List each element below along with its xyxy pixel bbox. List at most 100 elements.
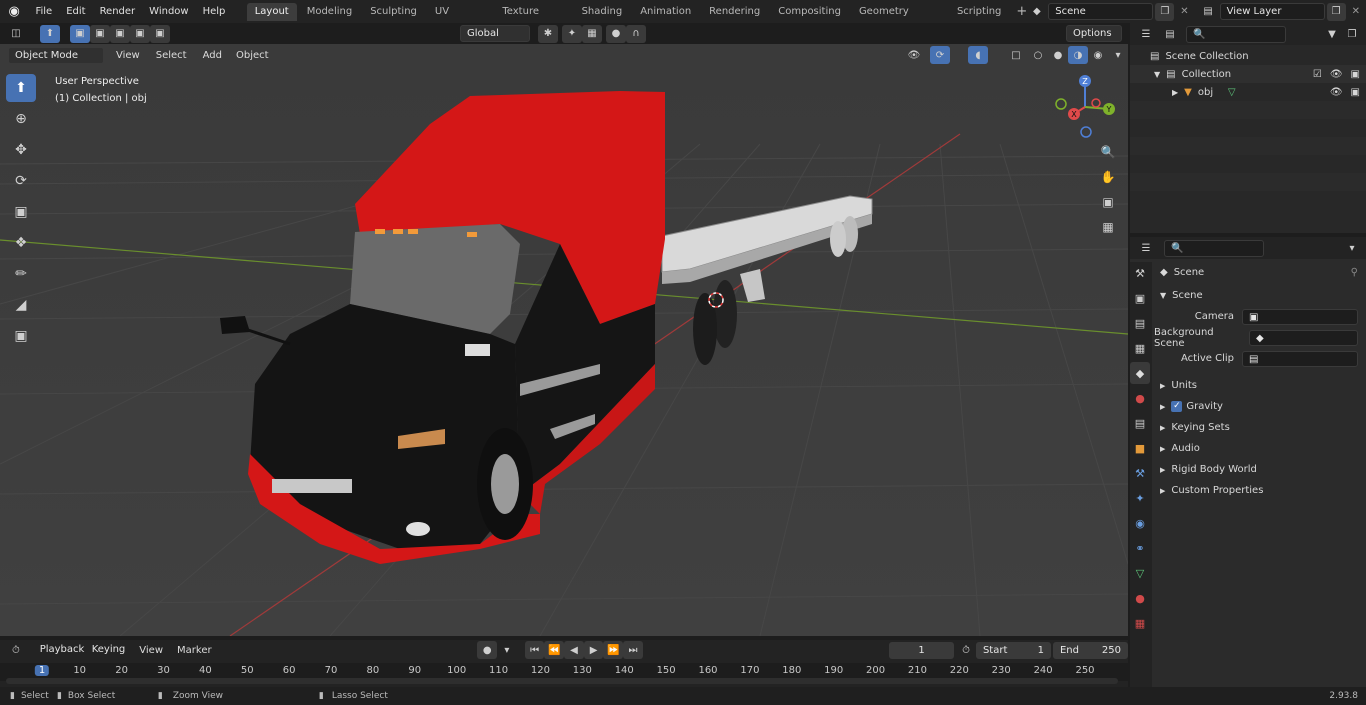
menu-help[interactable]: Help (196, 0, 233, 23)
xray-icon[interactable]: □ (1006, 46, 1026, 64)
scene-tab-icon[interactable]: ◆ (1130, 362, 1150, 384)
outliner-row-collection[interactable]: ▼ ▤ Collection ☑ 👁 ▣ (1130, 65, 1366, 83)
jump-start-icon[interactable]: ⏮ (524, 641, 545, 659)
tab-layout[interactable]: Layout (246, 2, 297, 21)
annotate-tool-icon[interactable]: ✏ (6, 260, 36, 288)
tab-uv-editing[interactable]: UV Editing (427, 3, 492, 35)
tab-geometry-nodes[interactable]: Geometry Nodes (851, 3, 947, 35)
overlay-toggle-icon[interactable]: ◖ (968, 46, 988, 64)
select-new-icon[interactable]: ▣ (70, 24, 90, 43)
camera-field[interactable]: ▣ (1242, 308, 1358, 325)
pin-icon[interactable]: ⚲ (1351, 267, 1358, 278)
select-invert-icon[interactable]: ▣ (130, 24, 150, 43)
playback-dropdown[interactable]: Playback (34, 642, 86, 659)
timeline-view-menu[interactable]: View (139, 645, 163, 656)
object-tab-icon[interactable]: ■ (1130, 437, 1150, 459)
tool-tab-icon[interactable]: ⚒ (1130, 262, 1150, 284)
collection-visibility-icon[interactable]: 👁 (1330, 69, 1343, 80)
outliner-row-obj[interactable]: ▶ ▼ obj ▽ 👁 ▣ (1130, 83, 1366, 101)
end-frame-field[interactable]: End 250 (1052, 641, 1128, 659)
solid-shading-icon[interactable]: ● (1048, 46, 1068, 64)
properties-options-icon[interactable]: ▾ (1342, 239, 1362, 257)
proportional-edit-icon[interactable]: ● (606, 24, 626, 43)
scene-name-field[interactable]: Scene (1048, 3, 1154, 20)
properties-search-field[interactable]: 🔍 (1164, 239, 1264, 257)
outliner-row-scene-collection[interactable]: ▤ Scene Collection (1130, 47, 1366, 65)
new-view-layer-icon[interactable]: ❐ (1326, 2, 1346, 21)
collection-render-icon[interactable]: ▣ (1351, 69, 1360, 80)
measure-tool-icon[interactable]: ◢ (6, 291, 36, 319)
render-tab-icon[interactable]: ▣ (1130, 287, 1150, 309)
subpanel-units[interactable]: ▶ Units (1154, 375, 1366, 396)
delete-scene-icon[interactable]: ✕ (1180, 6, 1188, 17)
constraints-tab-icon[interactable]: ⚭ (1130, 537, 1150, 559)
zoom-icon[interactable]: 🔍 (1097, 141, 1119, 163)
play-reverse-icon[interactable]: ◀ (564, 641, 584, 659)
collection-checkbox-icon[interactable]: ☑ (1313, 69, 1322, 80)
select-box-tool-icon[interactable]: ⬆ (6, 74, 36, 102)
subpanel-rigid-body-world[interactable]: ▶ Rigid Body World (1154, 459, 1366, 480)
data-tab-icon[interactable]: ▽ (1130, 562, 1150, 584)
gravity-checkbox[interactable]: ✓ (1171, 401, 1183, 412)
navigation-gizmo[interactable]: Z Y X (1050, 72, 1120, 142)
rotate-tool-icon[interactable]: ⟳ (6, 167, 36, 195)
tab-rendering[interactable]: Rendering (701, 3, 768, 21)
texture-tab-icon[interactable]: ▦ (1130, 612, 1150, 634)
select-extend-icon[interactable]: ▣ (90, 24, 110, 43)
view-layer-tab-icon[interactable]: ▦ (1130, 337, 1150, 359)
tab-shading[interactable]: Shading (574, 3, 631, 21)
timeline-scrollbar[interactable] (6, 678, 1118, 684)
new-collection-icon[interactable]: ❐ (1342, 25, 1362, 43)
tab-scripting[interactable]: Scripting (949, 3, 1009, 21)
modifier-tab-icon[interactable]: ⚒ (1130, 462, 1150, 484)
cursor-tool-icon[interactable]: ⊕ (6, 105, 36, 133)
gizmo-toggle-icon[interactable]: ⟳ (930, 46, 950, 64)
transform-tool-icon[interactable]: ❖ (6, 229, 36, 257)
subpanel-keying-sets[interactable]: ▶ Keying Sets (1154, 417, 1366, 438)
select-subtract-icon[interactable]: ▣ (110, 24, 130, 43)
rendered-shading-icon[interactable]: ◉ (1088, 46, 1108, 64)
editor-type-icon[interactable]: ◫ (6, 25, 26, 43)
shading-options-icon[interactable]: ▾ (1108, 46, 1128, 64)
3d-viewport[interactable]: Object Mode View Select Add Object 👁 ⟳ ◖… (0, 44, 1128, 636)
menu-window[interactable]: Window (142, 0, 195, 23)
obj-render-icon[interactable]: ▣ (1351, 87, 1360, 98)
keying-dropdown[interactable]: Keying (86, 642, 132, 659)
snap-icon[interactable]: ✦ (562, 24, 582, 43)
menu-add[interactable]: Add (203, 50, 222, 61)
object-mode-dropdown[interactable]: Object Mode (8, 46, 104, 64)
next-keyframe-icon[interactable]: ⏩ (603, 641, 624, 659)
start-frame-field[interactable]: Start 1 (975, 641, 1051, 659)
collection-tab-icon[interactable]: ▤ (1130, 412, 1150, 434)
tab-sculpting[interactable]: Sculpting (362, 3, 425, 21)
scene-icon[interactable]: ◆ (1027, 3, 1046, 21)
pan-hand-icon[interactable]: ✋ (1097, 166, 1119, 188)
blender-logo-icon[interactable]: ◉ (0, 4, 28, 19)
snap-target-icon[interactable]: ▦ (582, 24, 602, 43)
physics-tab-icon[interactable]: ◉ (1130, 512, 1150, 534)
tab-texture-paint[interactable]: Texture Paint (494, 3, 571, 35)
obj-visibility-icon[interactable]: 👁 (1330, 87, 1343, 98)
expand-collection-icon[interactable]: ▼ (1154, 70, 1160, 79)
scene-panel-header[interactable]: ▼ Scene (1154, 285, 1366, 306)
subpanel-audio[interactable]: ▶ Audio (1154, 438, 1366, 459)
tab-compositing[interactable]: Compositing (770, 3, 849, 21)
select-mode-icon[interactable]: ⬆ (40, 24, 60, 43)
expand-obj-icon[interactable]: ▶ (1172, 88, 1178, 97)
timeline-editor-type-icon[interactable]: ⏱ (6, 641, 26, 659)
menu-edit[interactable]: Edit (59, 0, 92, 23)
filter-icon[interactable]: ▼ (1322, 25, 1342, 43)
select-intersect-icon[interactable]: ▣ (150, 24, 170, 43)
subpanel-gravity[interactable]: ▶ ✓ Gravity (1154, 396, 1366, 417)
material-shading-icon[interactable]: ◑ (1068, 46, 1088, 64)
particles-tab-icon[interactable]: ✦ (1130, 487, 1150, 509)
visibility-icon[interactable]: 👁 (904, 46, 924, 64)
tab-animation[interactable]: Animation (632, 3, 699, 21)
view-layer-field[interactable]: View Layer (1219, 3, 1325, 20)
active-clip-field[interactable]: ▤ (1242, 350, 1358, 367)
new-scene-icon[interactable]: ❐ (1155, 2, 1175, 21)
delete-view-layer-icon[interactable]: ✕ (1352, 6, 1360, 17)
wireframe-shading-icon[interactable]: ○ (1028, 46, 1048, 64)
output-tab-icon[interactable]: ▤ (1130, 312, 1150, 334)
menu-view[interactable]: View (116, 50, 140, 61)
